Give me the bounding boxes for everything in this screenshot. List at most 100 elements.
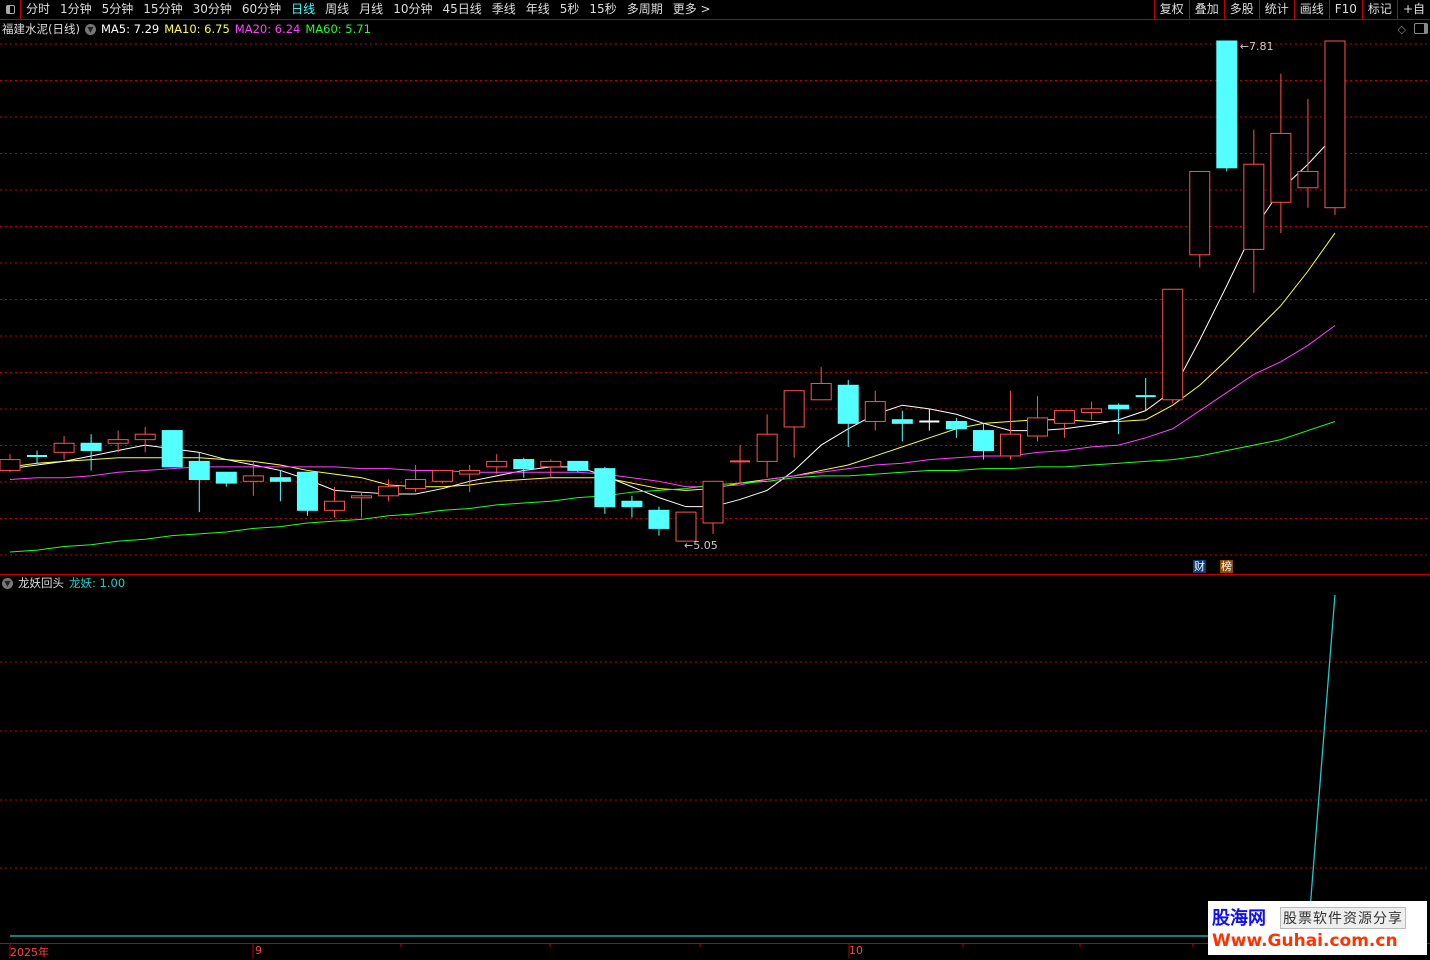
candle-body — [675, 511, 697, 542]
candle-body — [513, 459, 535, 470]
ma5-value: MA5: 7.29 — [100, 22, 160, 36]
candle-body — [378, 486, 400, 497]
ma-line-ma60 — [9, 421, 1336, 553]
tab-period-11[interactable]: 季线 — [487, 0, 521, 19]
toolbar-button-5[interactable]: F10 — [1328, 0, 1362, 19]
ma-line-ma5 — [9, 134, 1336, 508]
candle-body — [864, 401, 886, 423]
candle-body — [756, 433, 778, 462]
candle-body — [134, 433, 156, 441]
watermark-slogan: 股票软件资源分享 — [1280, 907, 1406, 929]
tab-period-3[interactable]: 15分钟 — [138, 0, 187, 19]
chevron-down-icon[interactable]: ▼ — [84, 23, 96, 35]
watermark-logo: 股海网 股票软件资源分享 Www.Guhai.com.cn — [1208, 901, 1427, 955]
candle-body — [296, 471, 318, 511]
watermark-url: Www.Guhai.com.cn — [1212, 931, 1398, 951]
candle-body — [1216, 40, 1238, 169]
tab-period-9[interactable]: 10分钟 — [388, 0, 437, 19]
toolbar-button-0[interactable]: 复权 — [1153, 0, 1189, 19]
tab-period-16[interactable]: 更多 > — [668, 0, 716, 19]
candle-body — [0, 459, 21, 471]
main-info-bar: 福建水泥(日线) ▼ MA5: 7.29 MA10: 6.75 MA20: 6.… — [2, 21, 371, 37]
tab-period-6[interactable]: 日线 — [286, 0, 320, 19]
candle-body — [1189, 170, 1211, 256]
candle-body — [702, 480, 724, 524]
tab-period-0[interactable]: 分时 — [21, 0, 55, 19]
tab-period-15[interactable]: 多周期 — [622, 0, 668, 19]
candle-body — [80, 442, 102, 452]
sidebar-toggle-icon[interactable] — [0, 0, 21, 19]
candle-body — [269, 477, 291, 482]
candle-body — [188, 460, 210, 481]
candle-body — [1108, 404, 1130, 410]
ma20-value: MA20: 6.24 — [234, 22, 301, 36]
candle-body — [351, 495, 373, 499]
toolbar: 分时 1分钟 5分钟 15分钟 30分钟 60分钟 日线 周线 月线 10分钟 45日线 季线 年线 5秒… — [0, 0, 1430, 20]
tab-period-12[interactable]: 年线 — [521, 0, 555, 19]
indicator-value: 龙妖: 1.00 — [69, 576, 126, 590]
chevron-down-icon[interactable]: ▼ — [2, 577, 13, 589]
tab-period-2[interactable]: 5分钟 — [97, 0, 139, 19]
tab-period-10[interactable]: 45日线 — [437, 0, 486, 19]
candle-body — [1027, 417, 1049, 437]
indicator-info-bar: ▼ 龙妖回头 龙妖: 1.00 — [2, 576, 125, 590]
candle-body — [1270, 132, 1292, 203]
toolbar-button-6[interactable]: 标记 — [1361, 0, 1397, 19]
tab-period-7[interactable]: 周线 — [320, 0, 354, 19]
ma60-value: MA60: 5.71 — [305, 22, 371, 36]
candle-body — [810, 382, 832, 401]
toolbar-button-2[interactable]: 多股 — [1223, 0, 1259, 19]
toolbar-right-buttons: 复权 叠加 多股 统计 画线 F10 标记 +自 — [1153, 0, 1430, 19]
toolbar-button-1[interactable]: 叠加 — [1188, 0, 1224, 19]
low-price-label: ←5.05 — [684, 539, 718, 552]
indicator-name: 龙妖回头 — [18, 576, 64, 590]
candle-body — [242, 475, 264, 482]
ma10-value: MA10: 6.75 — [164, 22, 230, 36]
tab-period-1[interactable]: 1分钟 — [55, 0, 97, 19]
candle-body — [999, 433, 1021, 457]
tab-period-5[interactable]: 60分钟 — [237, 0, 286, 19]
candle-body — [945, 421, 967, 430]
candle-body — [540, 460, 562, 468]
panel-toggle-icon[interactable] — [1414, 23, 1428, 34]
candle-body — [1324, 40, 1346, 209]
candle-body — [486, 460, 508, 468]
candle-body — [1054, 410, 1076, 424]
tab-period-4[interactable]: 30分钟 — [188, 0, 237, 19]
tab-period-8[interactable]: 月线 — [354, 0, 388, 19]
candle-body — [161, 430, 183, 468]
toolbar-button-3[interactable]: 统计 — [1258, 0, 1294, 19]
toolbar-button-7[interactable]: +自 — [1396, 0, 1430, 19]
candle-body — [783, 390, 805, 428]
kline-chart[interactable]: ←7.81 ←5.05 — [0, 0, 1430, 958]
x-axis-label-sep: 9 — [255, 944, 262, 957]
finance-badge[interactable]: 财 — [1193, 560, 1206, 573]
diamond-icon[interactable]: ◇ — [1398, 23, 1406, 36]
candle-body — [972, 430, 994, 452]
candle-body — [837, 384, 859, 424]
tab-period-13[interactable]: 5秒 — [555, 0, 585, 19]
candle-body — [432, 469, 454, 482]
candle-body — [1297, 170, 1319, 189]
candle-body — [648, 509, 670, 529]
candle-body — [107, 439, 129, 444]
candle-body — [459, 469, 481, 475]
x-axis-label-oct: 10 — [849, 944, 863, 957]
candle-body — [1243, 163, 1265, 250]
candle-body — [621, 500, 643, 508]
stock-title: 福建水泥(日线) — [2, 22, 80, 36]
panel-icons: ◇ — [1398, 23, 1428, 36]
period-tabs: 分时 1分钟 5分钟 15分钟 30分钟 60分钟 日线 周线 月线 10分钟 45日线 季线 年线 5秒… — [21, 0, 716, 19]
candle-body — [215, 471, 237, 484]
candle-body — [567, 460, 589, 471]
candle-body — [594, 468, 616, 508]
candle-body — [323, 500, 345, 511]
candle-body — [53, 442, 75, 453]
ma-line-ma10 — [9, 232, 1336, 491]
toolbar-button-4[interactable]: 画线 — [1293, 0, 1329, 19]
ranking-badge[interactable]: 榜 — [1220, 560, 1233, 573]
candle-body — [405, 479, 427, 490]
tab-period-14[interactable]: 15秒 — [584, 0, 621, 19]
high-price-label: ←7.81 — [1240, 40, 1274, 53]
watermark-brand: 股海网 — [1212, 908, 1266, 929]
